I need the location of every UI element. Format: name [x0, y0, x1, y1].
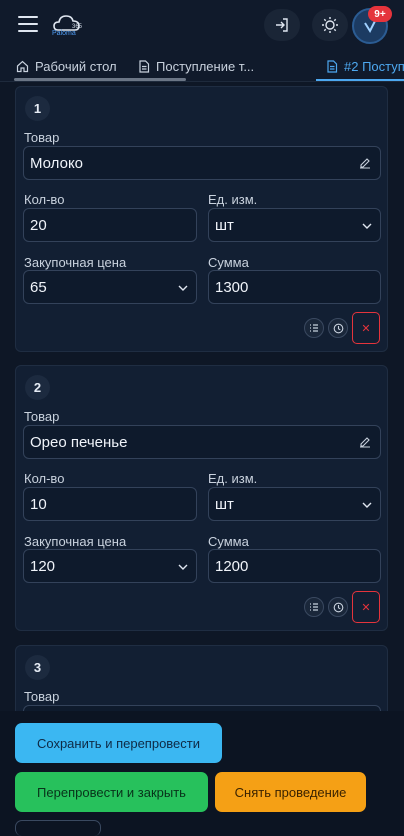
sum-label: Сумма — [208, 534, 249, 549]
clock-icon — [333, 602, 343, 612]
tab-scrollbar[interactable] — [14, 78, 186, 81]
unpost-button[interactable]: Снять проведение — [215, 772, 366, 812]
price-value: 65 — [30, 278, 47, 296]
history-button[interactable] — [328, 318, 348, 338]
edit-icon[interactable] — [358, 156, 372, 170]
price-select[interactable]: 65 — [23, 270, 197, 304]
sun-icon — [322, 17, 338, 33]
edit-icon[interactable] — [358, 435, 372, 449]
product-field[interactable]: Орео печенье — [23, 425, 381, 459]
more-button[interactable] — [15, 820, 101, 836]
sum-input[interactable]: 1300 — [208, 270, 381, 304]
close-icon: ✕ — [361, 601, 371, 614]
document-icon — [327, 59, 338, 73]
unit-value: шт — [215, 495, 234, 513]
chevron-down-icon — [362, 502, 372, 508]
action-footer: Сохранить и перепровести Перепровести и … — [0, 711, 404, 836]
quantity-value: 20 — [30, 216, 47, 234]
chevron-down-icon — [362, 223, 372, 229]
history-button[interactable] — [328, 597, 348, 617]
unit-label: Ед. изм. — [208, 192, 258, 207]
item-number: 3 — [25, 655, 50, 680]
app-header: 365 Paloma 9+ — [0, 0, 404, 50]
repost-close-button[interactable]: Перепровести и закрыть — [15, 772, 208, 812]
close-icon: ✕ — [361, 322, 371, 335]
sum-label: Сумма — [208, 255, 249, 270]
unit-label: Ед. изм. — [208, 471, 258, 486]
tab-label: #2 Поступ — [344, 58, 404, 74]
price-select[interactable]: 120 — [23, 549, 197, 583]
product-label: Товар — [24, 689, 60, 704]
logo-text: Paloma — [52, 30, 76, 37]
theme-toggle-button[interactable] — [312, 9, 348, 41]
list-icon — [310, 324, 318, 332]
delete-button[interactable]: ✕ — [352, 591, 380, 623]
document-icon — [139, 59, 150, 73]
login-icon — [276, 18, 288, 32]
sum-value: 1200 — [215, 557, 249, 575]
login-button[interactable] — [264, 9, 300, 41]
item-number: 2 — [25, 375, 50, 400]
unit-select[interactable]: шт — [208, 487, 381, 521]
unit-value: шт — [215, 216, 234, 234]
list-button[interactable] — [304, 318, 324, 338]
quantity-input[interactable]: 20 — [23, 208, 197, 242]
chevron-down-icon — [178, 285, 188, 291]
item-card: 1 Товар Молоко Кол-во 20 Ед. изм. шт Зак… — [15, 86, 388, 352]
tab-label: Поступление т... — [156, 58, 255, 74]
product-value: Орео печенье — [30, 433, 128, 451]
save-repost-button[interactable]: Сохранить и перепровести — [15, 723, 222, 763]
item-number: 1 — [25, 96, 50, 121]
product-value: Молоко — [30, 154, 84, 172]
row-actions: ✕ — [304, 591, 380, 623]
menu-icon[interactable] — [18, 16, 38, 32]
quantity-label: Кол-во — [24, 471, 65, 486]
tab-label: Рабочий стол — [35, 58, 117, 74]
chevron-down-icon — [178, 564, 188, 570]
quantity-input[interactable]: 10 — [23, 487, 197, 521]
quantity-value: 10 — [30, 495, 47, 513]
list-button[interactable] — [304, 597, 324, 617]
quantity-label: Кол-во — [24, 192, 65, 207]
delete-button[interactable]: ✕ — [352, 312, 380, 344]
price-label: Закупочная цена — [24, 255, 127, 270]
price-label: Закупочная цена — [24, 534, 127, 549]
product-label: Товар — [24, 130, 60, 145]
list-icon — [310, 603, 318, 611]
home-icon — [16, 60, 29, 72]
product-label: Товар — [24, 409, 60, 424]
unit-select[interactable]: шт — [208, 208, 381, 242]
price-value: 120 — [30, 557, 56, 575]
item-card: 2 Товар Орео печенье Кол-во 10 Ед. изм. … — [15, 365, 388, 631]
row-actions: ✕ — [304, 312, 380, 344]
notification-badge: 9+ — [368, 6, 392, 22]
clock-icon — [333, 323, 343, 333]
tab-receipt-2[interactable]: #2 Поступ — [326, 50, 404, 81]
sum-input[interactable]: 1200 — [208, 549, 381, 583]
active-tab-indicator — [316, 79, 404, 81]
product-field[interactable]: Молоко — [23, 146, 381, 180]
sum-value: 1300 — [215, 278, 249, 296]
